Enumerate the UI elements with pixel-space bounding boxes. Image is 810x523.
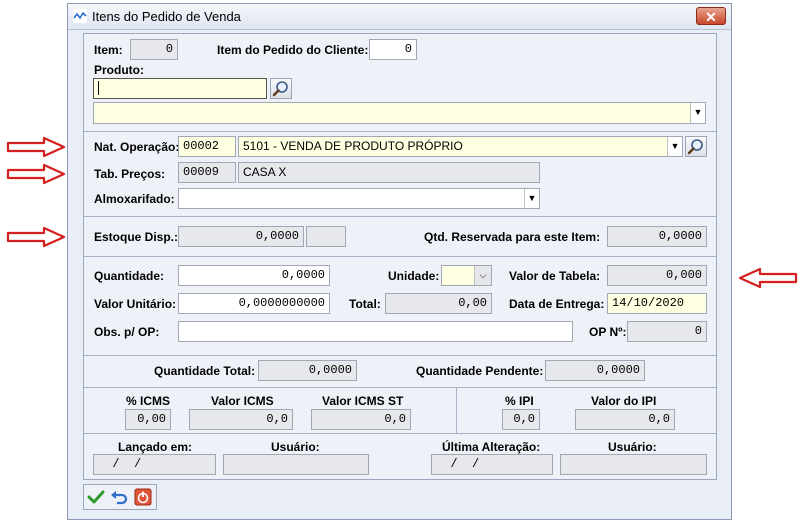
- valor-tabela-label: Valor de Tabela:: [509, 269, 601, 283]
- text-cursor: [98, 81, 99, 95]
- obs-op-label: Obs. p/ OP:: [94, 325, 160, 339]
- window-title: Itens do Pedido de Venda: [92, 9, 241, 24]
- op-no-label: OP Nº:: [589, 325, 627, 339]
- qtd-reservada-field: 0,0000: [607, 226, 707, 247]
- item-cliente-field[interactable]: 0: [369, 39, 417, 60]
- nat-operacao-search-button[interactable]: [685, 136, 707, 157]
- ipi-pct-label: % IPI: [505, 394, 534, 408]
- nat-operacao-select[interactable]: 5101 - VENDA DE PRODUTO PRÓPRIO: [238, 136, 683, 157]
- valor-icms-label: Valor ICMS: [211, 394, 274, 408]
- valor-icms-st-field: 0,0: [311, 409, 411, 430]
- annotation-arrow-tab-precos: [6, 163, 66, 185]
- unidade-dropdown-button[interactable]: ⌵: [474, 266, 491, 285]
- annotation-arrow-nat-operacao: [6, 136, 66, 158]
- ipi-pct-field: 0,0: [502, 409, 540, 430]
- tab-precos-description-field: CASA X: [238, 162, 540, 183]
- icms-pct-field: 0,00: [125, 409, 171, 430]
- quantidade-pendente-label: Quantidade Pendente:: [416, 364, 544, 378]
- chevron-down-icon: ▼: [693, 107, 703, 117]
- usuario2-label: Usuário:: [608, 440, 657, 454]
- annotation-arrow-estoque: [6, 226, 66, 248]
- estoque-field: 0,0000: [178, 226, 304, 247]
- obs-op-field[interactable]: [178, 321, 573, 342]
- produto-description-select[interactable]: [93, 102, 706, 124]
- lancado-em-label: Lançado em:: [118, 440, 193, 454]
- tab-precos-label: Tab. Preços:: [94, 167, 166, 181]
- data-entrega-field[interactable]: 14/10/2020: [607, 293, 707, 314]
- magnifier-icon: [272, 81, 288, 97]
- produto-dropdown-button[interactable]: ▼: [690, 103, 705, 123]
- item-cliente-label: Item do Pedido do Cliente:: [217, 43, 369, 57]
- usuario1-label: Usuário:: [271, 440, 320, 454]
- valor-icms-field: 0,0: [189, 409, 293, 430]
- unidade-label: Unidade:: [388, 269, 440, 283]
- lancado-em-field: / /: [93, 454, 216, 475]
- item-label: Item:: [94, 43, 123, 57]
- cancel-button[interactable]: [134, 488, 152, 506]
- close-button[interactable]: ✕: [696, 7, 726, 25]
- undo-button[interactable]: [110, 488, 130, 506]
- produto-label: Produto:: [94, 63, 144, 77]
- nat-operacao-dropdown-button[interactable]: ▼: [667, 137, 682, 156]
- valor-unitario-label: Valor Unitário:: [94, 297, 177, 311]
- item-field[interactable]: 0: [130, 39, 178, 60]
- divider: [84, 387, 716, 388]
- produto-search-button[interactable]: [270, 78, 292, 99]
- total-field: 0,00: [385, 293, 492, 314]
- nat-operacao-code-field[interactable]: 00002: [178, 136, 236, 157]
- quantidade-field[interactable]: 0,0000: [178, 265, 330, 286]
- title-bar: Itens do Pedido de Venda ✕: [68, 4, 731, 30]
- close-icon: ✕: [705, 9, 717, 25]
- power-cancel-icon: [134, 488, 152, 506]
- tab-precos-code-field: 00009: [178, 162, 236, 183]
- confirm-button[interactable]: [87, 488, 107, 506]
- estoque-unit-field: [306, 226, 346, 247]
- usuario1-field: [223, 454, 369, 475]
- divider: [84, 216, 716, 217]
- quantidade-label: Quantidade:: [94, 269, 165, 283]
- chevron-down-icon: ⌵: [479, 270, 487, 280]
- quantidade-total-label: Quantidade Total:: [154, 364, 256, 378]
- quantidade-total-field: 0,0000: [258, 360, 357, 381]
- divider: [456, 388, 457, 433]
- almoxarifado-select[interactable]: [178, 188, 540, 209]
- nat-operacao-label: Nat. Operação:: [94, 140, 180, 154]
- icms-pct-label: % ICMS: [126, 394, 171, 408]
- divider: [84, 256, 716, 257]
- divider: [84, 355, 716, 356]
- estoque-label: Estoque Disp.:: [94, 230, 179, 244]
- ultima-alteracao-label: Última Alteração:: [442, 440, 541, 454]
- app-icon: [73, 9, 87, 23]
- action-toolbar: [83, 484, 157, 510]
- valor-unitario-field[interactable]: 0,0000000000: [178, 293, 330, 314]
- qtd-reservada-label: Qtd. Reservada para este Item:: [424, 230, 601, 244]
- divider: [84, 131, 716, 132]
- chevron-down-icon: ▼: [670, 141, 680, 151]
- produto-code-field[interactable]: [93, 78, 267, 99]
- divider: [84, 433, 716, 434]
- valor-ipi-field: 0,0: [575, 409, 675, 430]
- checkmark-icon: [87, 490, 105, 504]
- magnifier-icon: [687, 139, 703, 155]
- chevron-down-icon: ▼: [527, 193, 537, 203]
- quantidade-pendente-field: 0,0000: [545, 360, 645, 381]
- annotation-arrow-valor-tabela: [738, 267, 798, 289]
- almoxarifado-dropdown-button[interactable]: ▼: [524, 189, 539, 208]
- data-entrega-label: Data de Entrega:: [509, 297, 605, 311]
- op-no-field: 0: [627, 321, 707, 342]
- undo-icon: [111, 491, 128, 505]
- valor-ipi-label: Valor do IPI: [591, 394, 657, 408]
- usuario2-field: [560, 454, 707, 475]
- valor-icms-st-label: Valor ICMS ST: [322, 394, 404, 408]
- total-label: Total:: [349, 297, 381, 311]
- valor-tabela-field: 0,000: [607, 265, 707, 286]
- ultima-alteracao-field: / /: [431, 454, 553, 475]
- almoxarifado-label: Almoxarifado:: [94, 192, 175, 206]
